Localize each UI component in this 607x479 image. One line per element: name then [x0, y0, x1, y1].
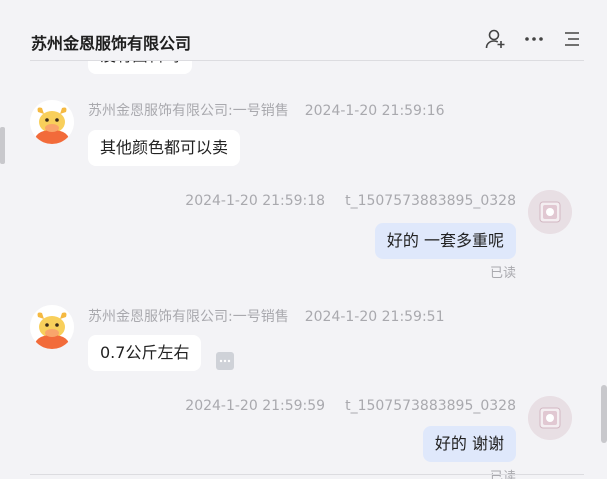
- read-status: 已读: [489, 266, 516, 281]
- message-meta: 2024-1-20 21:59:18 t_1507573883895_0328: [185, 193, 516, 209]
- message-bubble[interactable]: 好的 一套多重呢: [374, 223, 516, 259]
- message-list[interactable]: 没有面料吗 苏州金恩服饰有限公司: [0, 0, 607, 479]
- seller-avatar[interactable]: [30, 305, 74, 349]
- more-dots-icon[interactable]: [523, 28, 545, 50]
- sender-name: t_1507573883895_0328: [345, 193, 516, 209]
- header-divider: [30, 60, 584, 61]
- message-text: 好的 一套多重呢: [386, 231, 504, 250]
- message-bubble[interactable]: 好的 谢谢: [422, 426, 516, 462]
- message-text: 其他颜色都可以卖: [100, 138, 229, 157]
- message-meta: 2024-1-20 21:59:59 t_1507573883895_0328: [185, 398, 516, 414]
- input-divider: [30, 474, 584, 475]
- buyer-avatar[interactable]: [528, 396, 572, 440]
- message-text: 好的 谢谢: [434, 434, 504, 453]
- read-status: 已读: [489, 470, 516, 479]
- message-time: 2024-1-20 21:59:16: [304, 103, 445, 119]
- sender-name: 苏州金恩服饰有限公司:一号销售: [88, 309, 289, 325]
- buyer-avatar[interactable]: [528, 190, 572, 234]
- left-scrollbar[interactable]: [0, 127, 5, 164]
- message-time: 2024-1-20 21:59:59: [185, 398, 326, 414]
- message-bubble[interactable]: 0.7公斤左右: [88, 335, 202, 371]
- list-menu-icon[interactable]: [561, 28, 583, 50]
- message-meta: 苏州金恩服饰有限公司:一号销售 2024-1-20 21:59:16: [88, 100, 445, 120]
- message-time: 2024-1-20 21:59:18: [185, 193, 326, 209]
- message-meta: 苏州金恩服饰有限公司:一号销售 2024-1-20 21:59:51: [88, 306, 445, 326]
- chat-title-overlay: 苏州金恩服饰有限公司: [31, 34, 192, 53]
- message-time: 2024-1-20 21:59:51: [304, 309, 445, 325]
- add-user-icon[interactable]: [485, 28, 507, 50]
- sender-name: t_1507573883895_0328: [345, 398, 516, 414]
- ellipsis-icon[interactable]: [216, 352, 234, 370]
- header-actions-overlay: [485, 28, 583, 50]
- message-text: 0.7公斤左右: [100, 343, 190, 362]
- sender-name: 苏州金恩服饰有限公司:一号销售: [88, 103, 289, 119]
- scrollbar-thumb[interactable]: [601, 385, 607, 443]
- message-bubble[interactable]: 其他颜色都可以卖: [88, 130, 241, 166]
- seller-avatar[interactable]: [30, 100, 74, 144]
